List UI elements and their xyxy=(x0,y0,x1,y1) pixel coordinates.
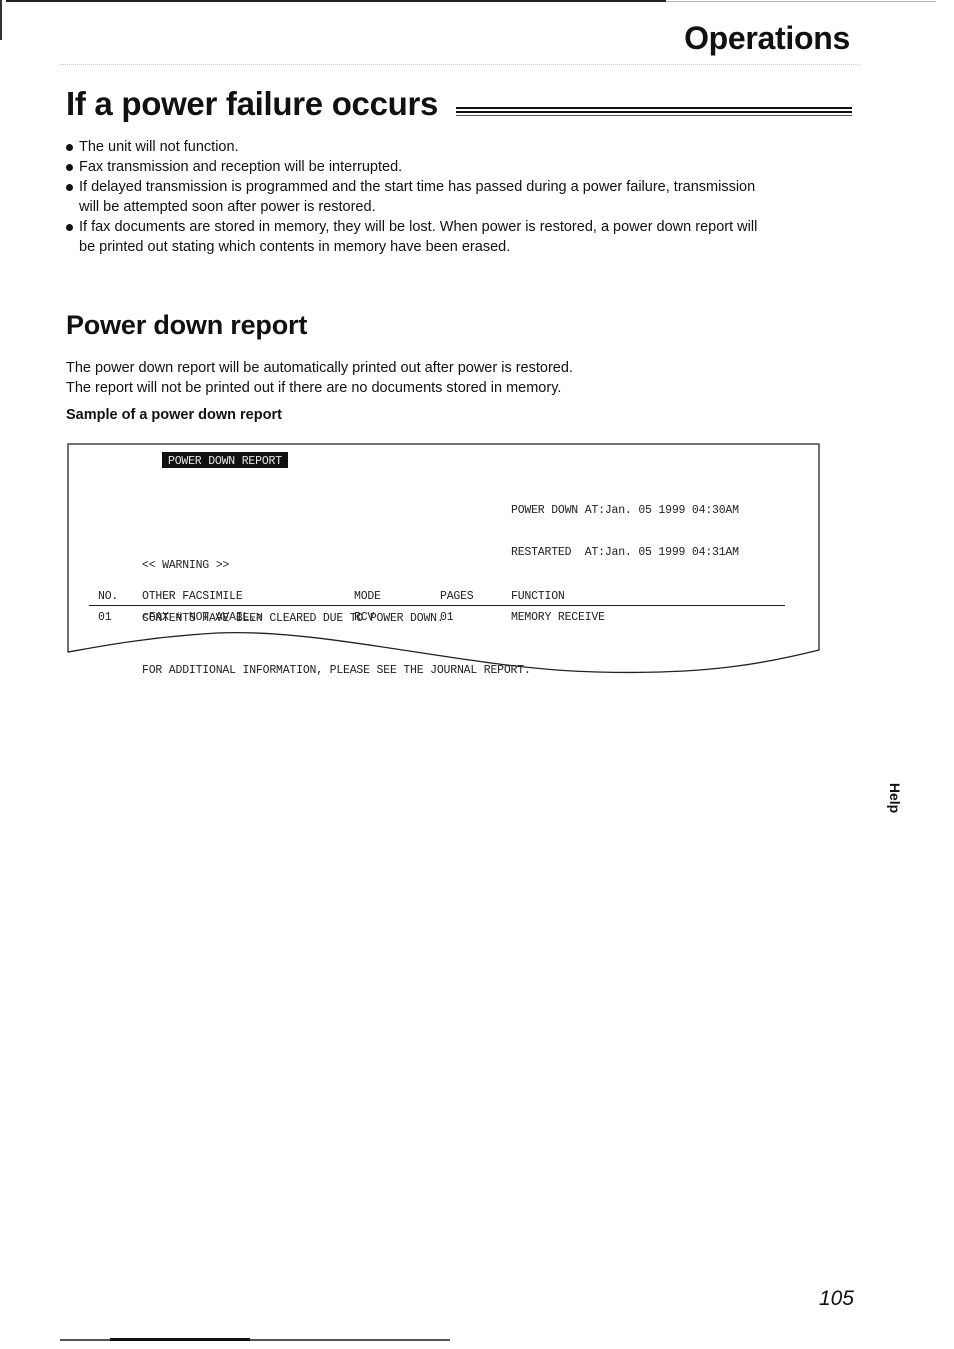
report-timestamps: POWER DOWN AT:Jan. 05 1999 04:30AM RESTA… xyxy=(511,476,739,588)
heading-title: If a power failure occurs xyxy=(66,85,439,122)
bottom-rule-accent xyxy=(110,1338,250,1341)
restarted-time: RESTARTED AT:Jan. 05 1999 04:31AM xyxy=(511,546,739,559)
bullet-text: Fax transmission and reception will be i… xyxy=(79,159,403,175)
bullet-icon xyxy=(66,144,73,151)
intro-line: The power down report will be automatica… xyxy=(66,360,573,376)
column-header-no: NO. xyxy=(98,590,119,603)
bullet-text: be printed out stating which contents in… xyxy=(79,239,511,255)
header-band xyxy=(60,64,860,65)
bullet-text: If delayed transmission is programmed an… xyxy=(79,179,756,195)
side-tab-label: Help xyxy=(887,782,903,814)
warning-heading: << WARNING >> xyxy=(142,559,230,572)
column-header-other-facsimile: OTHER FACSIMILE xyxy=(142,590,243,603)
bullet-text: will be attempted soon after power is re… xyxy=(79,199,376,215)
sample-caption: Sample of a power down report xyxy=(66,407,282,423)
cell-pages: 01 xyxy=(440,611,454,624)
bullet-item: If delayed transmission is programmed an… xyxy=(66,177,856,217)
top-rule-faint xyxy=(666,1,936,2)
report-title-badge: POWER DOWN REPORT xyxy=(162,452,288,468)
warning-line: FOR ADDITIONAL INFORMATION, PLEASE SEE T… xyxy=(142,664,531,677)
table-header-rule xyxy=(89,605,785,606)
sample-report: POWER DOWN REPORT POWER DOWN AT:Jan. 05 … xyxy=(67,443,820,678)
cell-other-facsimile: <FAX # NOT AVAIL.> xyxy=(142,611,263,624)
top-rule xyxy=(6,0,666,2)
report-intro: The power down report will be automatica… xyxy=(66,358,573,398)
bullet-item: If fax documents are stored in memory, t… xyxy=(66,217,856,257)
heading-triple-rule xyxy=(456,105,852,117)
report-title: POWER DOWN REPORT xyxy=(168,455,282,468)
bullet-text: If fax documents are stored in memory, t… xyxy=(79,219,758,235)
side-tab-help: Help xyxy=(880,780,910,820)
bullet-icon xyxy=(66,184,73,191)
bullet-text: The unit will not function. xyxy=(79,139,239,155)
intro-line: The report will not be printed out if th… xyxy=(66,380,562,396)
page-edge-mark xyxy=(0,0,2,40)
page-number: 105 xyxy=(818,1287,854,1310)
bullet-item: Fax transmission and reception will be i… xyxy=(66,157,856,177)
column-header-pages: PAGES xyxy=(440,590,474,603)
power-down-time: POWER DOWN AT:Jan. 05 1999 04:30AM xyxy=(511,504,739,517)
power-failure-bullets: The unit will not function. Fax transmis… xyxy=(66,137,856,257)
cell-mode: RCV xyxy=(354,611,375,624)
bullet-item: The unit will not function. xyxy=(66,137,856,157)
bullet-icon xyxy=(66,164,73,171)
section-label: Operations xyxy=(684,20,850,56)
cell-function: MEMORY RECEIVE xyxy=(511,611,605,624)
column-header-mode: MODE xyxy=(354,590,381,603)
section-heading-power-down-report: Power down report xyxy=(66,310,308,340)
section-heading-power-failure: If a power failure occurs xyxy=(66,85,852,129)
cell-no: 01 xyxy=(98,611,112,624)
bullet-icon xyxy=(66,224,73,231)
column-header-function: FUNCTION xyxy=(511,590,565,603)
